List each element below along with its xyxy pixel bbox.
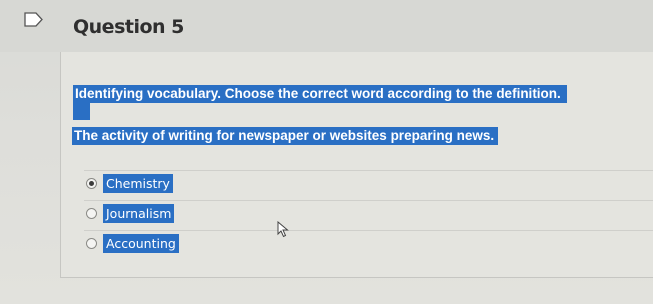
flag-question-icon[interactable] <box>24 12 44 27</box>
option-label: Accounting <box>103 233 179 253</box>
divider <box>84 170 653 171</box>
radio-button-selected[interactable] <box>86 177 97 189</box>
highlight-fragment <box>73 101 90 120</box>
divider <box>84 230 653 231</box>
radio-button[interactable] <box>86 207 97 219</box>
mouse-pointer-icon <box>277 221 289 238</box>
divider <box>84 200 653 201</box>
option-label: Chemistry <box>103 173 173 193</box>
question-instruction: Identifying vocabulary. Choose the corre… <box>73 85 567 103</box>
question-prompt: The activity of writing for newspaper or… <box>72 127 499 145</box>
option-journalism[interactable]: Journalism <box>86 202 175 224</box>
option-label: Journalism <box>103 203 175 223</box>
question-title: Question 5 <box>73 16 184 38</box>
option-accounting[interactable]: Accounting <box>86 232 179 254</box>
option-chemistry[interactable]: Chemistry <box>86 172 173 194</box>
radio-button[interactable] <box>86 237 97 249</box>
